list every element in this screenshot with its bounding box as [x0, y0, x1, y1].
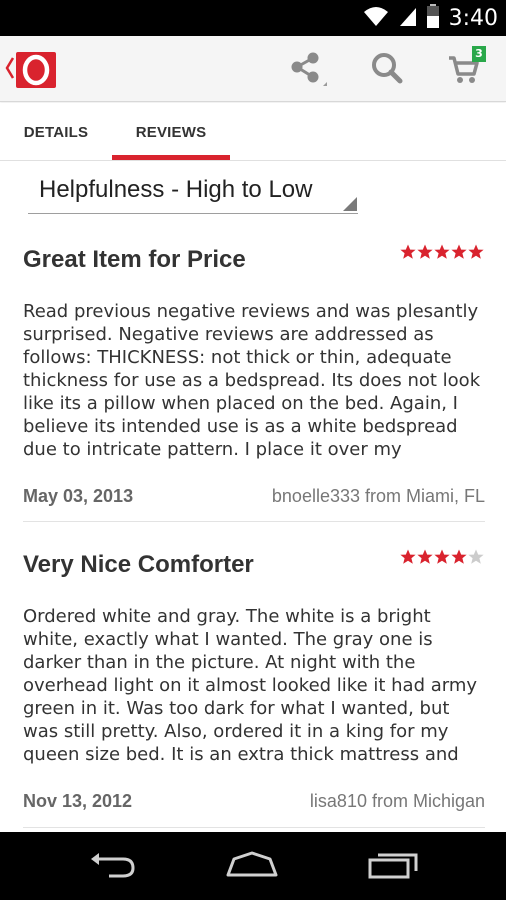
share-icon: [287, 50, 331, 90]
search-icon: [369, 50, 405, 90]
sort-dropdown[interactable]: Helpfulness - High to Low: [28, 170, 358, 214]
star-filled-icon: [400, 549, 416, 564]
search-button[interactable]: [367, 52, 407, 88]
battery-icon: [426, 4, 439, 32]
home-button[interactable]: [222, 846, 282, 886]
star-filled-icon: [417, 244, 433, 259]
review-author: bnoelle333 from Miami, FL: [271, 486, 485, 506]
tab-reviews[interactable]: REVIEWS: [112, 103, 230, 161]
cell-signal-icon: [399, 5, 417, 31]
dropdown-caret-icon: [343, 197, 357, 211]
star-rating: [400, 244, 484, 264]
tab-details[interactable]: DETAILS: [0, 103, 112, 161]
back-button[interactable]: [82, 846, 142, 886]
divider: [23, 521, 485, 522]
review-body: Ordered white and gray. The white is a b…: [23, 606, 478, 765]
status-bar: 3:40: [0, 0, 506, 36]
review-date: Nov 13, 2012: [23, 791, 133, 811]
divider: [23, 827, 485, 828]
wifi-icon: [363, 5, 389, 31]
review-title: Very Nice Comforter: [23, 551, 254, 578]
sort-selected-value: Helpfulness - High to Low: [39, 176, 313, 203]
star-empty-icon: [468, 549, 484, 564]
home-icon: [224, 849, 280, 883]
review-body: Read previous negative reviews and was p…: [23, 301, 481, 460]
status-time: 3:40: [448, 5, 498, 31]
cart-count-badge: 3: [472, 46, 486, 62]
up-navigation-icon[interactable]: [5, 56, 15, 80]
review-title: Great Item for Price: [23, 246, 246, 273]
star-filled-icon: [400, 244, 416, 259]
star-filled-icon: [468, 244, 484, 259]
status-icons: 3:40: [363, 4, 498, 32]
star-filled-icon: [434, 244, 450, 259]
recents-icon: [366, 849, 422, 883]
selected-tab-indicator: [112, 155, 230, 160]
star-filled-icon: [451, 244, 467, 259]
back-icon: [87, 849, 137, 883]
star-filled-icon: [434, 549, 450, 564]
star-filled-icon: [417, 549, 433, 564]
share-button[interactable]: [287, 50, 331, 90]
tab-bar: DETAILS REVIEWS: [0, 103, 506, 161]
recents-button[interactable]: [364, 846, 424, 886]
app-bar: [0, 36, 506, 102]
star-filled-icon: [451, 549, 467, 564]
overstock-logo[interactable]: [16, 52, 56, 88]
review-date: May 03, 2013: [23, 486, 134, 506]
star-rating: [400, 549, 484, 569]
system-nav-bar: [0, 832, 506, 900]
review-author: lisa810 from Michigan: [309, 791, 485, 811]
